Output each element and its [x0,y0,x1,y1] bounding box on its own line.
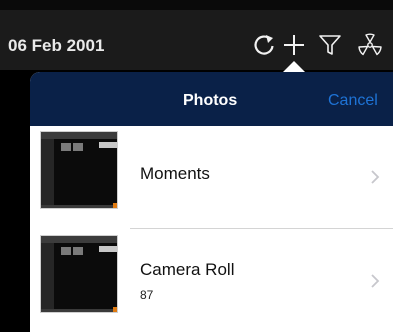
photos-popover: Photos Cancel Moments Camera Roll 87 [30,72,393,332]
album-count: 87 [140,288,154,302]
popover-header: Photos Cancel [30,72,393,126]
add-icon[interactable] [280,32,308,58]
filter-icon[interactable] [316,32,344,58]
chevron-right-icon [368,168,382,186]
radiation-icon[interactable] [354,32,386,58]
chevron-right-icon [368,272,382,290]
screen: 06 Feb 2001 Photos Cancel Moments Camera… [0,0,393,332]
top-toolbar: 06 Feb 2001 [0,0,393,70]
row-divider [130,228,393,229]
album-thumbnail [40,131,118,209]
album-name: Moments [140,164,210,183]
refresh-icon[interactable] [250,32,278,58]
date-label: 06 Feb 2001 [8,36,105,55]
album-row-moments[interactable]: Moments [30,126,393,228]
popover-arrow [283,61,305,72]
popover-title: Photos [183,92,238,109]
cancel-button[interactable]: Cancel [328,92,378,110]
album-name: Camera Roll [140,260,235,279]
album-thumbnail [40,235,118,313]
album-row-camera-roll[interactable]: Camera Roll 87 [30,230,393,332]
